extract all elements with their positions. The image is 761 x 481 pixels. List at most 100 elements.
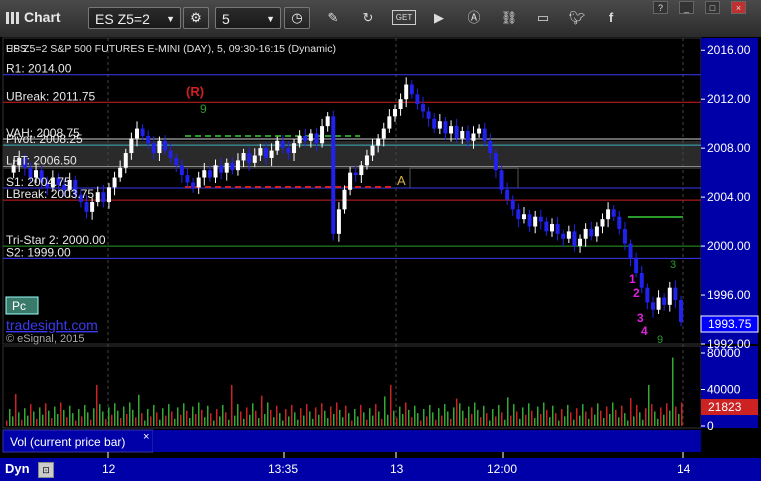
close-icon[interactable]: ×	[731, 1, 746, 14]
candle-body	[404, 84, 409, 100]
candle-body	[286, 148, 291, 154]
alert-icon[interactable]: Ⓐ	[465, 9, 483, 27]
volume-label: Vol (current price bar)	[10, 435, 125, 449]
candle-body	[140, 128, 145, 136]
candle-body	[224, 162, 229, 173]
volume-bar	[6, 420, 8, 426]
volume-bar	[423, 409, 425, 426]
volume-bar	[129, 402, 131, 426]
volume-bar	[606, 406, 608, 426]
volume-bar	[435, 419, 437, 426]
symbol-dropdown-icon[interactable]: ▼	[166, 8, 175, 30]
time-button[interactable]: ◷	[284, 7, 310, 29]
refresh-icon[interactable]: ↻	[359, 9, 377, 27]
candle-body	[477, 128, 482, 134]
candle-body	[308, 133, 313, 141]
facebook-icon[interactable]: f	[602, 9, 620, 27]
volume-bar	[234, 415, 236, 426]
volume-bar	[378, 411, 380, 426]
volume-bar	[177, 407, 179, 426]
candle-body	[673, 287, 678, 300]
candle-body	[460, 131, 465, 139]
candle-body	[426, 111, 431, 119]
interval-dropdown-icon[interactable]: ▼	[266, 8, 275, 30]
interval-input[interactable]: 5 ▼	[215, 7, 281, 29]
volume-bar	[588, 418, 590, 426]
candle-body	[482, 128, 487, 141]
volume-bar	[444, 404, 446, 426]
volume-bar	[24, 408, 26, 426]
volume-bar	[639, 412, 641, 426]
candle-body	[611, 209, 616, 217]
volume-bar	[354, 409, 356, 426]
volume-bar	[360, 404, 362, 426]
candle-body	[505, 189, 510, 200]
dynamic-toggle[interactable]: Dyn	[5, 461, 30, 476]
link-icon[interactable]: ⛓	[500, 9, 518, 27]
settings-gear-button[interactable]: ⚙	[183, 7, 209, 29]
volume-bar	[237, 404, 239, 426]
candle-body	[123, 153, 128, 168]
candle-body	[207, 170, 212, 178]
volume-bar	[531, 410, 533, 426]
volume-bar	[501, 412, 503, 426]
volume-bar	[375, 404, 377, 426]
volume-bar	[654, 411, 656, 426]
symbol-input[interactable]: ES Z5=2 ▼	[88, 7, 181, 29]
candle-body	[235, 160, 240, 171]
maximize-icon[interactable]: □	[705, 1, 720, 14]
candle-body	[443, 121, 448, 134]
volume-bar	[636, 404, 638, 426]
volume-bar	[318, 414, 320, 426]
volume-bar	[411, 417, 413, 426]
volume-bar	[252, 403, 254, 426]
candle-body	[656, 297, 661, 310]
volume-bar	[597, 403, 599, 426]
volume-bar	[201, 409, 203, 426]
get-data-icon[interactable]: GET	[392, 10, 416, 25]
play-icon[interactable]: ▶	[430, 9, 448, 27]
volume-bar	[291, 404, 293, 426]
candle-body	[538, 216, 543, 222]
twitter-icon[interactable]: 🐦︎	[568, 9, 586, 27]
volume-bar	[390, 384, 392, 426]
volume-bar	[657, 418, 659, 426]
volume-bar	[630, 398, 632, 426]
volume-bar	[267, 402, 269, 426]
volume-bar	[513, 404, 515, 426]
annotation-3: 3	[637, 311, 644, 325]
volume-bar	[120, 418, 122, 426]
price-chart[interactable]: Vol (current price bar) × 2016.00 2012.00…	[0, 37, 761, 458]
brand-link[interactable]: tradesight.com	[6, 317, 98, 333]
volume-bar	[519, 418, 521, 426]
candle-body	[185, 175, 190, 183]
volume-bar	[408, 409, 410, 426]
volume-bar	[537, 406, 539, 426]
chart-logo-icon	[5, 9, 21, 27]
candle-body	[650, 302, 655, 310]
volume-bar	[432, 412, 434, 426]
volume-bar	[87, 412, 89, 426]
level-label: LBreak: 2003.75	[6, 187, 94, 201]
candle-body	[314, 133, 319, 144]
volume-bar	[216, 409, 218, 426]
volume-bar	[144, 420, 146, 426]
candle-body	[566, 231, 571, 239]
message-icon[interactable]: ▭	[534, 9, 552, 27]
price-tick-label: 2000.00	[707, 239, 751, 253]
question-icon[interactable]: ?	[653, 1, 668, 14]
minimize-icon[interactable]: _	[679, 1, 694, 14]
brand-box-text: Pc	[12, 299, 26, 313]
volume-bar	[153, 404, 155, 426]
volume-close-icon[interactable]: ×	[143, 431, 149, 443]
volume-bar	[351, 420, 353, 426]
draw-pen-icon[interactable]: ✎	[324, 9, 342, 27]
volume-bar	[678, 413, 680, 426]
volume-bar	[156, 412, 158, 426]
volume-bar	[18, 412, 20, 426]
volume-bar	[348, 413, 350, 426]
volume-bar	[186, 410, 188, 426]
lock-icon[interactable]: ⊡	[38, 462, 54, 478]
candle-body	[364, 155, 369, 166]
volume-bar	[12, 416, 14, 426]
